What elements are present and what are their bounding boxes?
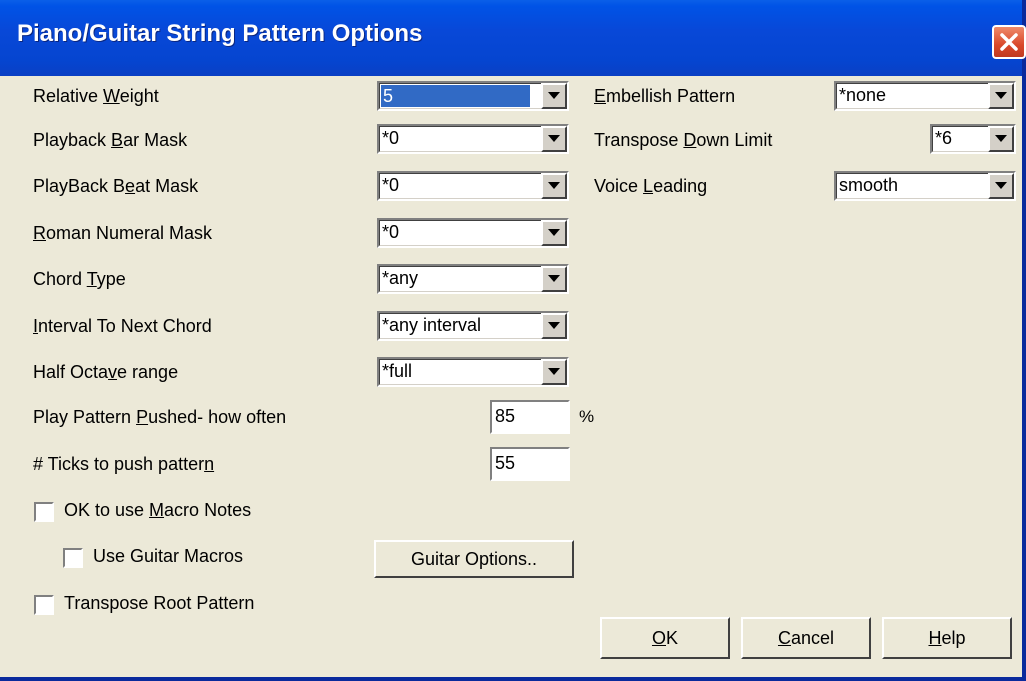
triangle-down-icon xyxy=(548,182,560,189)
ticks-to-push-input[interactable]: 55 xyxy=(490,447,570,481)
relative-weight-value: 5 xyxy=(381,85,530,107)
triangle-down-icon xyxy=(548,368,560,375)
transpose-down-limit-dropdown[interactable]: *6 xyxy=(930,124,1016,154)
transpose-down-limit-label: Transpose Down Limit xyxy=(594,130,773,150)
play-pattern-pushed-value: 85 xyxy=(495,406,516,426)
macro-notes-label: OK to use Macro Notes xyxy=(64,500,252,520)
half-octave-range-label: Half Octave range xyxy=(33,362,179,382)
window-title: Piano/Guitar String Pattern Options xyxy=(17,20,423,47)
play-pattern-pushed-input[interactable]: 85 xyxy=(490,400,570,434)
ticks-to-push-value: 55 xyxy=(495,453,516,473)
dropdown-arrow-button[interactable] xyxy=(988,126,1014,152)
percent-unit: % xyxy=(579,407,595,426)
guitar-macros-label: Use Guitar Macros xyxy=(93,546,244,566)
transpose-root-checkbox[interactable] xyxy=(34,595,54,615)
macro-notes-checkbox[interactable] xyxy=(34,502,54,522)
guitar-options-button[interactable]: Guitar Options.. xyxy=(374,540,574,578)
close-x-icon xyxy=(1000,33,1018,51)
help-button[interactable]: Help xyxy=(882,617,1012,659)
dropdown-arrow-button[interactable] xyxy=(541,266,567,292)
ticks-to-push-label: # Ticks to push pattern xyxy=(33,454,215,474)
dropdown-arrow-button[interactable] xyxy=(541,173,567,199)
transpose-root-label: Transpose Root Pattern xyxy=(64,593,255,613)
triangle-down-icon xyxy=(548,275,560,282)
relative-weight-label: Relative Weight xyxy=(33,86,159,106)
dialog-window: Piano/Guitar String Pattern Options Rela… xyxy=(0,0,1026,681)
playback-beat-mask-label: PlayBack Beat Mask xyxy=(33,176,199,196)
triangle-down-icon xyxy=(995,135,1007,142)
playback-beat-mask-dropdown[interactable]: *0 xyxy=(377,171,569,201)
interval-to-next-chord-label: Interval To Next Chord xyxy=(33,316,212,336)
transpose-down-limit-value: *6 xyxy=(935,128,953,148)
playback-beat-mask-value: *0 xyxy=(382,175,400,195)
chord-type-value: *any xyxy=(382,268,419,288)
chord-type-dropdown[interactable]: *any xyxy=(377,264,569,294)
dropdown-arrow-button[interactable] xyxy=(541,126,567,152)
triangle-down-icon xyxy=(548,92,560,99)
interval-to-next-chord-dropdown[interactable]: *any interval xyxy=(377,311,569,341)
triangle-down-icon xyxy=(548,229,560,236)
dropdown-arrow-button[interactable] xyxy=(541,313,567,339)
playback-bar-mask-label: Playback Bar Mask xyxy=(33,130,188,150)
relative-weight-dropdown[interactable]: 5 xyxy=(377,81,569,111)
embellish-pattern-label: Embellish Pattern xyxy=(594,86,736,106)
roman-numeral-mask-dropdown[interactable]: *0 xyxy=(377,218,569,248)
triangle-down-icon xyxy=(548,135,560,142)
play-pattern-pushed-label: Play Pattern Pushed- how often xyxy=(33,407,287,427)
chord-type-label: Chord Type xyxy=(33,269,126,289)
roman-numeral-mask-value: *0 xyxy=(382,222,400,242)
ok-button[interactable]: OK xyxy=(600,617,730,659)
triangle-down-icon xyxy=(548,322,560,329)
triangle-down-icon xyxy=(995,92,1007,99)
playback-bar-mask-value: *0 xyxy=(382,128,400,148)
voice-leading-value: smooth xyxy=(839,175,899,195)
dropdown-arrow-button[interactable] xyxy=(541,359,567,385)
dropdown-arrow-button[interactable] xyxy=(541,83,567,109)
half-octave-range-dropdown[interactable]: *full xyxy=(377,357,569,387)
guitar-macros-checkbox[interactable] xyxy=(63,548,83,568)
cancel-button[interactable]: Cancel xyxy=(741,617,871,659)
embellish-pattern-dropdown[interactable]: *none xyxy=(834,81,1016,111)
dropdown-arrow-button[interactable] xyxy=(988,83,1014,109)
dropdown-arrow-button[interactable] xyxy=(988,173,1014,199)
voice-leading-label: Voice Leading xyxy=(594,176,708,196)
close-button[interactable] xyxy=(992,25,1026,59)
voice-leading-dropdown[interactable]: smooth xyxy=(834,171,1016,201)
half-octave-range-value: *full xyxy=(382,361,413,381)
title-bar[interactable]: Piano/Guitar String Pattern Options xyxy=(0,0,1026,76)
interval-to-next-chord-value: *any interval xyxy=(382,315,482,335)
roman-numeral-mask-label: Roman Numeral Mask xyxy=(33,223,213,243)
embellish-pattern-value: *none xyxy=(839,85,887,105)
playback-bar-mask-dropdown[interactable]: *0 xyxy=(377,124,569,154)
triangle-down-icon xyxy=(995,182,1007,189)
dropdown-arrow-button[interactable] xyxy=(541,220,567,246)
